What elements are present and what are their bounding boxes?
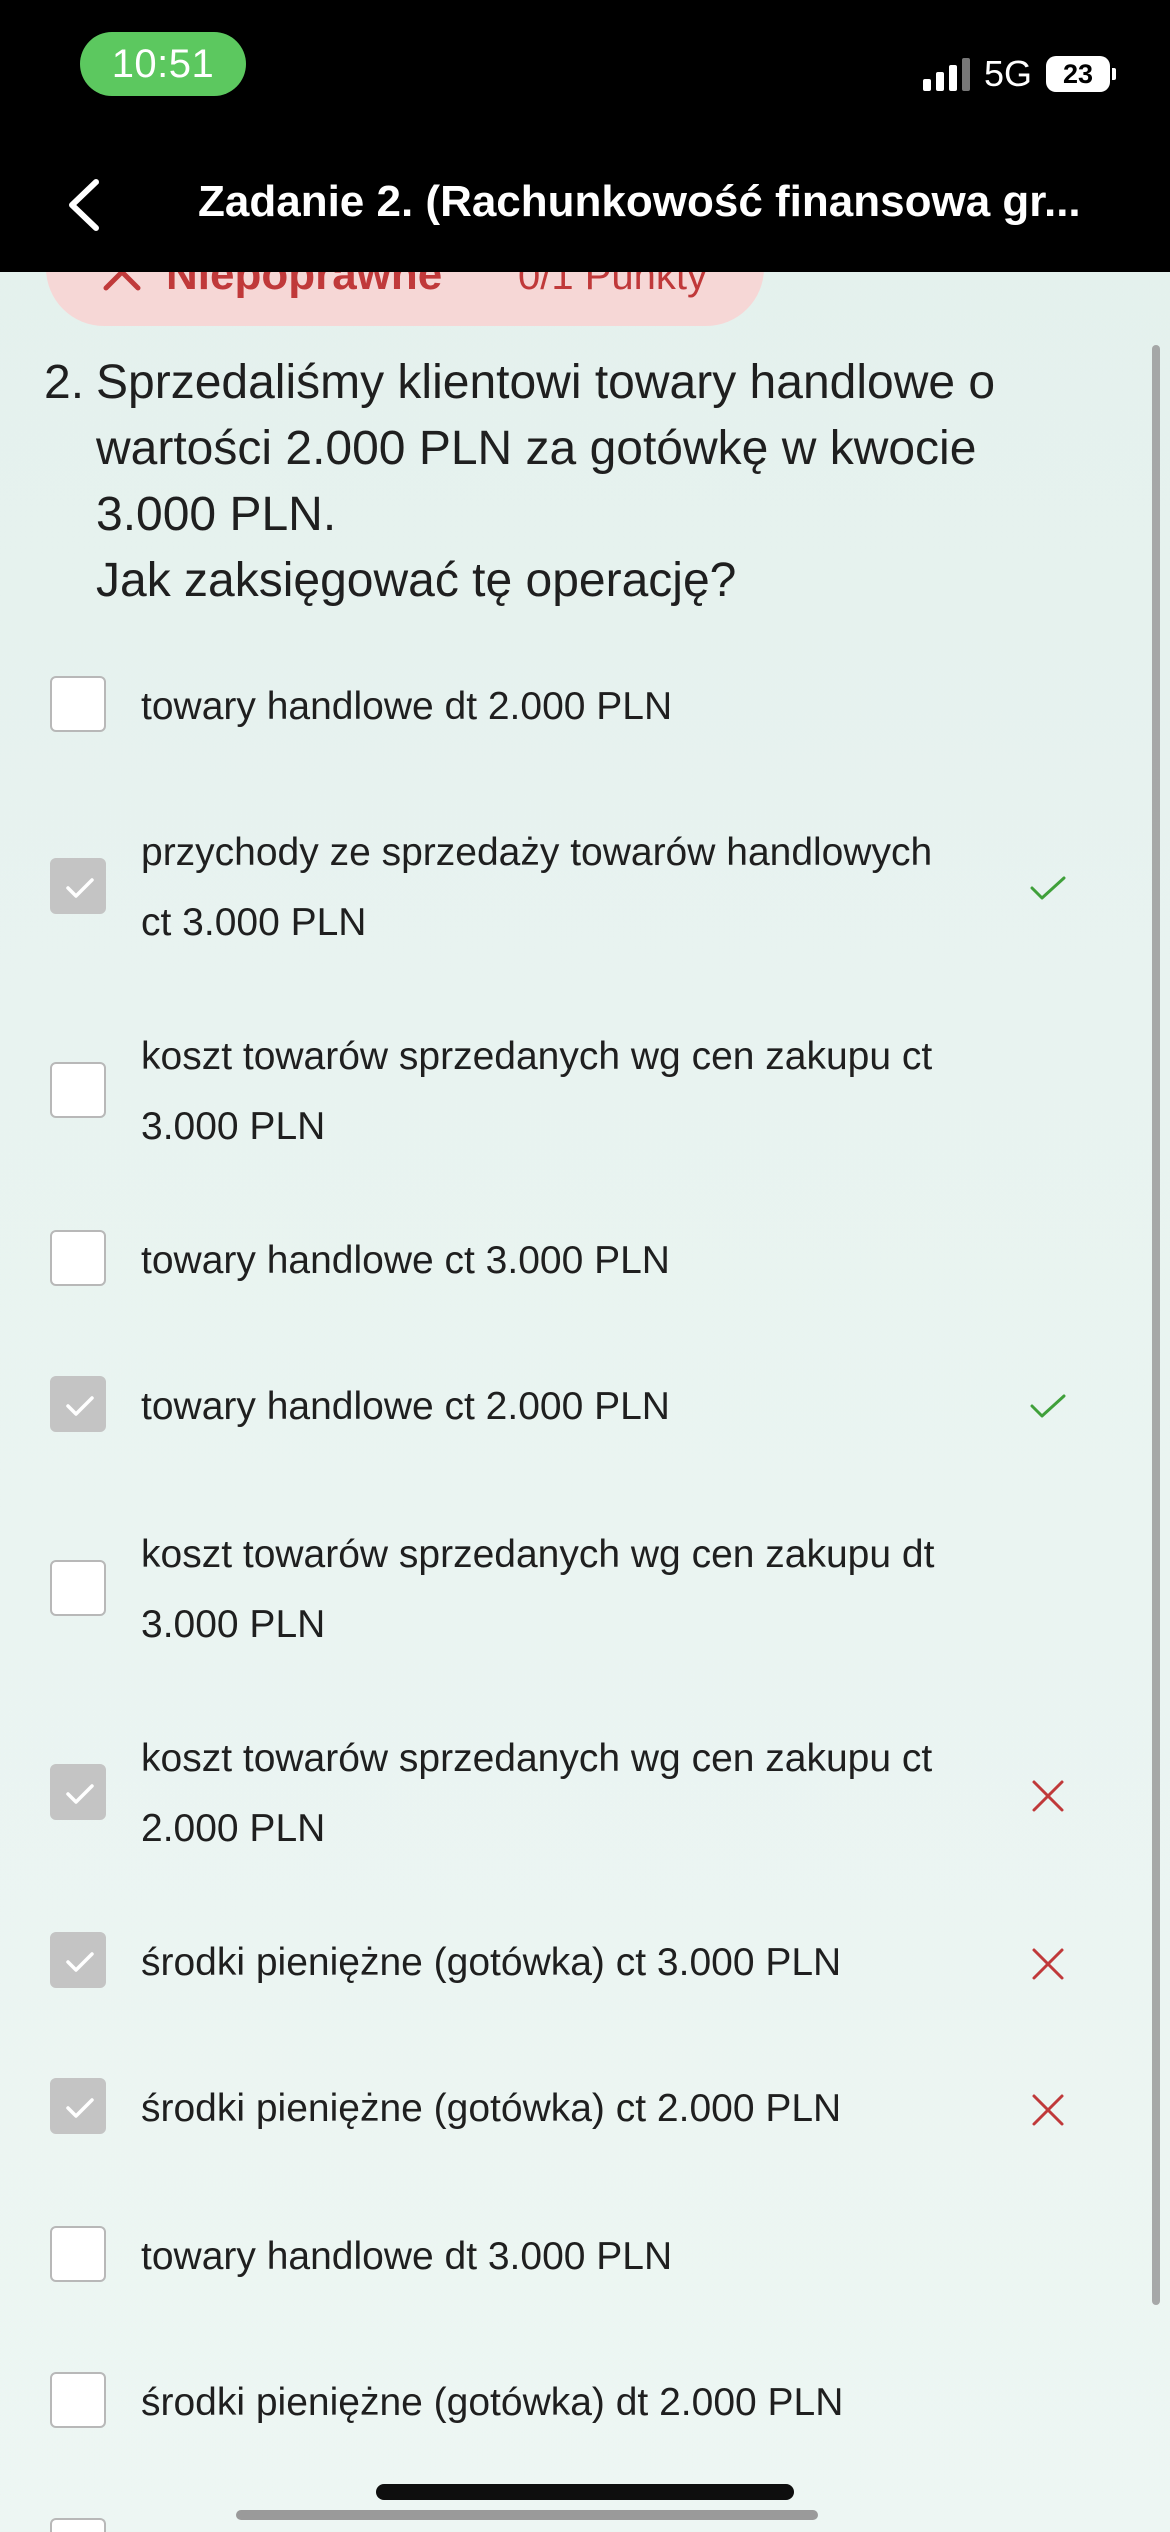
answer-checkbox[interactable] <box>50 1230 106 1286</box>
answer-checkbox[interactable] <box>50 1062 106 1118</box>
battery-level: 23 <box>1046 56 1110 92</box>
answer-option[interactable]: koszt towarów sprzedanych wg cen zakupu … <box>50 1520 1080 1660</box>
answer-line: przychody ze sprzedaży towarów handlowyc… <box>141 831 933 874</box>
answer-checkbox[interactable] <box>50 676 106 732</box>
answer-line: koszt towarów sprzedanych wg cen zakupu … <box>141 1533 935 1576</box>
question: 2. Sprzedaliśmy klientowi towary handlow… <box>44 350 1084 614</box>
answer-option[interactable]: środki pieniężne (gotówka) dt 2.000 PLN <box>50 2368 1080 2438</box>
answer-checkbox[interactable] <box>50 1376 106 1432</box>
answer-text: koszt towarów sprzedanych wg cen zakupu … <box>141 1022 1061 1162</box>
status-indicators: 5G 23 <box>922 50 1116 98</box>
question-line: Sprzedaliśmy klientowi towary handlowe o <box>96 356 996 409</box>
question-line: Jak zaksięgować tę operację? <box>96 554 737 607</box>
scrollbar[interactable] <box>1152 345 1160 2305</box>
answer-checkbox[interactable] <box>50 2078 106 2134</box>
answer-option[interactable]: przychody ze sprzedaży towarów handlowyc… <box>50 818 1080 958</box>
question-line: wartości 2.000 PLN za gotówkę w kwocie <box>96 422 977 475</box>
network-type: 5G <box>983 53 1032 94</box>
checkmark-icon <box>66 2098 94 2118</box>
answer-line: 3.000 PLN <box>141 1603 326 1646</box>
chevron-left-icon <box>69 179 99 231</box>
checkmark-icon <box>66 1396 94 1416</box>
answer-line: ct 3.000 PLN <box>141 901 367 944</box>
checkmark-icon <box>66 1952 94 1972</box>
battery-icon: 23 <box>1046 56 1116 92</box>
answer-checkbox[interactable] <box>50 1932 106 1988</box>
answer-text: koszt towarów sprzedanych wg cen zakupu … <box>141 1520 1061 1660</box>
answer-checkbox[interactable] <box>50 2226 106 2282</box>
cross-icon <box>1032 1948 1064 1980</box>
cross-icon <box>1032 1780 1064 1812</box>
answer-text: środki pieniężne (gotówka) ct 2.000 PLN <box>141 2087 842 2130</box>
status-time: 10:51 <box>80 32 246 96</box>
horizontal-scroll-indicator <box>236 2510 818 2520</box>
answer-option[interactable]: środki pieniężne (gotówka) ct 3.000 PLN <box>50 1928 1080 1998</box>
answer-text: środki pieniężne (gotówka) dt 2.000 PLN <box>141 2381 844 2424</box>
question-text: Sprzedaliśmy klientowi towary handlowe o… <box>96 350 995 614</box>
answer-checkbox[interactable] <box>50 2518 106 2532</box>
answer-option[interactable]: środki pieniężne (gotówka) ct 2.000 PLN <box>50 2074 1080 2144</box>
check-icon <box>1030 1394 1066 1418</box>
answer-checkbox[interactable] <box>50 1764 106 1820</box>
signal-icon <box>922 57 970 91</box>
answer-text: koszt towarów sprzedanych wg cen zakupu … <box>141 1724 1061 1864</box>
question-line: 3.000 PLN. <box>96 488 337 541</box>
page-title: Zadanie 2. (Rachunkowość finansowa gr... <box>198 177 1081 226</box>
answer-checkbox[interactable] <box>50 2372 106 2428</box>
checkmark-icon <box>66 878 94 898</box>
answer-option[interactable]: towary handlowe ct 3.000 PLN <box>50 1226 1080 1296</box>
checkmark-icon <box>66 1784 94 1804</box>
answer-text: przychody ze sprzedaży towarów handlowyc… <box>141 818 1061 958</box>
answer-line: 3.000 PLN <box>141 1105 326 1148</box>
answer-checkbox[interactable] <box>50 1560 106 1616</box>
answer-option[interactable]: towary handlowe ct 2.000 PLN <box>50 1372 1080 1442</box>
answer-line: koszt towarów sprzedanych wg cen zakupu … <box>141 1035 933 1078</box>
answer-option[interactable]: towary handlowe dt 2.000 PLN <box>50 672 1080 742</box>
question-number: 2. <box>44 356 85 409</box>
back-button[interactable] <box>56 170 116 240</box>
answer-text: środki pieniężne (gotówka) ct 3.000 PLN <box>141 1941 842 1984</box>
answer-line: koszt towarów sprzedanych wg cen zakupu … <box>141 1737 933 1780</box>
answer-text: towary handlowe dt 3.000 PLN <box>141 2235 673 2278</box>
answer-option[interactable]: koszt towarów sprzedanych wg cen zakupu … <box>50 1724 1080 1864</box>
top-bar: 10:51 5G 23 Zadanie 2. (Rachunkowość fin… <box>0 0 1170 272</box>
answer-line: 2.000 PLN <box>141 1807 326 1850</box>
cross-icon <box>1032 2094 1064 2126</box>
answer-text: towary handlowe ct 3.000 PLN <box>141 1239 670 1282</box>
answer-checkbox[interactable] <box>50 858 106 914</box>
answer-text: towary handlowe ct 2.000 PLN <box>141 1385 670 1428</box>
home-indicator[interactable] <box>376 2484 794 2500</box>
answer-option[interactable]: towary handlowe dt 3.000 PLN <box>50 2222 1080 2292</box>
check-icon <box>1030 876 1066 900</box>
answer-text: towary handlowe dt 2.000 PLN <box>141 685 673 728</box>
answer-option[interactable]: koszt towarów sprzedanych wg cen zakupu … <box>50 1022 1080 1162</box>
